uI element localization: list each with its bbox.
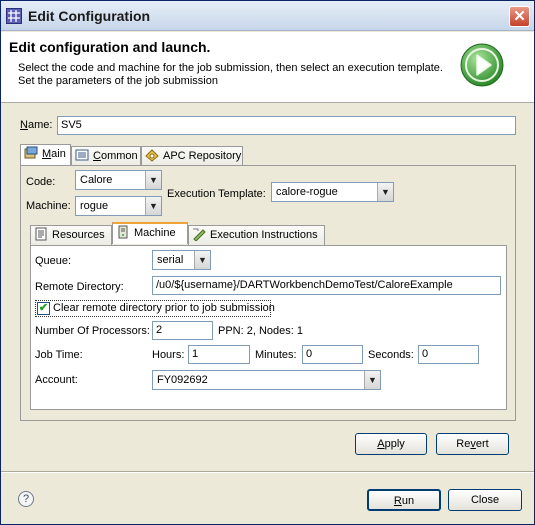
ppn-nodes-text: PPN: 2, Nodes: 1	[218, 325, 303, 337]
title-bar[interactable]: Edit Configuration ✕	[1, 1, 534, 31]
common-icon	[75, 149, 89, 161]
machine-value: rogue	[80, 200, 109, 212]
tab-main[interactable]: Main	[20, 144, 71, 166]
clear-remote-directory-option[interactable]: ✔ Clear remote directory prior to job su…	[35, 300, 275, 317]
close-button[interactable]: Close	[448, 489, 522, 511]
subtab-execution-instructions-label: Execution Instructions	[210, 229, 318, 241]
grid-app-icon	[6, 8, 22, 24]
footer-separator	[1, 471, 534, 473]
code-dropdown[interactable]: Calore ▼	[75, 170, 162, 190]
name-label: Name:	[20, 119, 53, 131]
tab-apc-repository[interactable]: APC Repository	[141, 146, 243, 166]
clear-remote-directory-checkbox[interactable]: ✔	[37, 302, 50, 315]
tab-common-label: ommon	[100, 150, 138, 162]
machine-label: Machine:	[26, 200, 71, 212]
apply-button[interactable]: Apply	[355, 433, 427, 455]
repository-icon	[145, 149, 159, 162]
minutes-input[interactable]: 0	[302, 345, 363, 364]
queue-label: Queue:	[35, 255, 72, 267]
header-description-line-2: Set the parameters of the job submission	[18, 75, 218, 87]
remote-directory-input[interactable]: /u0/${username}/DARTWorkbenchDemoTest/Ca…	[152, 276, 501, 295]
window-title: Edit Configuration	[28, 8, 151, 24]
job-time-label: Job Time:	[35, 349, 83, 361]
minutes-label: Minutes:	[255, 349, 297, 361]
subtab-machine-label: Machine	[134, 227, 176, 239]
revert-button[interactable]: Revert	[436, 433, 509, 455]
tab-common[interactable]: Common	[71, 146, 141, 166]
chevron-down-icon[interactable]: ▼	[194, 251, 210, 269]
edit-configuration-dialog: Edit Configuration ✕ Edit configuration …	[0, 0, 535, 525]
processors-label: Number Of Processors:	[35, 325, 150, 337]
queue-value: serial	[157, 254, 184, 266]
close-window-button[interactable]: ✕	[509, 6, 530, 27]
processors-input[interactable]: 2	[152, 321, 213, 340]
subtab-resources[interactable]: Resources	[30, 225, 112, 245]
header-description: Select the code and machine for the job …	[18, 62, 458, 88]
subtab-resources-label: Resources	[52, 229, 105, 241]
tab-common-label-u: C	[93, 150, 101, 162]
subtab-machine[interactable]: Machine	[112, 222, 188, 244]
main-icon	[24, 146, 38, 159]
account-label: Account:	[35, 374, 78, 386]
hours-label: Hours:	[152, 349, 185, 361]
machine-dropdown[interactable]: rogue ▼	[75, 196, 162, 216]
tab-main-label: ain	[51, 148, 66, 160]
resources-icon	[35, 227, 47, 241]
subtab-execution-instructions[interactable]: Execution Instructions	[188, 225, 325, 245]
machine-icon	[118, 225, 128, 239]
run-play-graphic	[460, 43, 504, 87]
tab-main-label-u: M	[42, 148, 52, 160]
instructions-icon	[193, 228, 206, 241]
name-input[interactable]: SV5	[57, 116, 516, 135]
queue-dropdown[interactable]: serial ▼	[152, 250, 211, 270]
execution-template-value: calore-rogue	[276, 186, 338, 198]
run-button[interactable]: Run	[367, 489, 441, 511]
help-icon[interactable]: ?	[18, 491, 34, 507]
clear-remote-directory-label: Clear remote directory prior to job subm…	[53, 302, 275, 314]
execution-template-label: Execution Template:	[167, 188, 266, 200]
account-value: FY092692	[157, 374, 208, 386]
hours-input[interactable]: 1	[188, 345, 250, 364]
tab-apc-repository-label: APC Repository	[163, 150, 242, 162]
close-icon: ✕	[513, 8, 526, 25]
remote-directory-label: Remote Directory:	[35, 281, 124, 293]
chevron-down-icon[interactable]: ▼	[145, 171, 161, 189]
chevron-down-icon[interactable]: ▼	[364, 371, 380, 389]
account-dropdown[interactable]: FY092692 ▼	[152, 370, 381, 390]
chevron-down-icon[interactable]: ▼	[145, 197, 161, 215]
chevron-down-icon[interactable]: ▼	[377, 183, 393, 201]
code-value: Calore	[80, 174, 113, 186]
seconds-input[interactable]: 0	[418, 345, 479, 364]
code-label: Code:	[26, 176, 56, 188]
header-title: Edit configuration and launch.	[9, 39, 211, 55]
header-panel: Edit configuration and launch. Select th…	[1, 32, 534, 103]
seconds-label: Seconds:	[368, 349, 414, 361]
header-description-line-1: Select the code and machine for the job …	[18, 62, 443, 74]
execution-template-dropdown[interactable]: calore-rogue ▼	[271, 182, 394, 202]
